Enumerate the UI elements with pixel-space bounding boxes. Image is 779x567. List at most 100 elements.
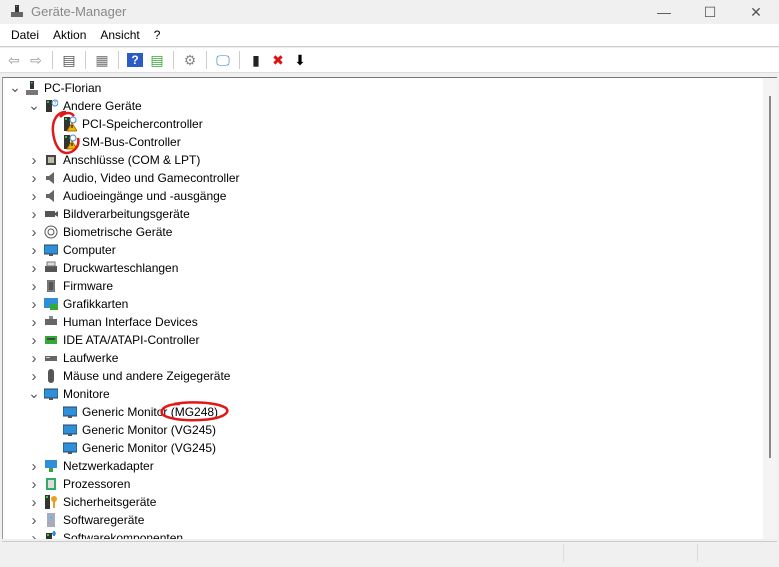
tree-item[interactable]: › IDE ATA/ATAPI-Controller	[3, 331, 763, 349]
tree-item-label: Audioeingänge und -ausgänge	[63, 189, 227, 203]
chevron-right-icon[interactable]: ›	[29, 313, 39, 331]
tree-item[interactable]: Generic Monitor (VG245)	[3, 439, 763, 457]
tree-item-label: Human Interface Devices	[63, 315, 198, 329]
disable-device-button[interactable]: ⬇	[291, 51, 309, 69]
tree-item[interactable]: › Sicherheitsgeräte	[3, 493, 763, 511]
update-driver-icon: ⚙	[183, 51, 197, 68]
toolbar-separator	[173, 51, 174, 69]
tree-item-label: Audio, Video und Gamecontroller	[63, 171, 240, 185]
menu-aktion[interactable]: Aktion	[46, 28, 93, 42]
tree-item[interactable]: › Bildverarbeitungsgeräte	[3, 205, 763, 223]
menu-help[interactable]: ?	[147, 28, 168, 42]
tree-item[interactable]: › Druckwarteschlangen	[3, 259, 763, 277]
tree-item[interactable]: PCI-Speichercontroller	[3, 115, 763, 133]
show-hide-console-tree-button[interactable]: ▤	[60, 51, 78, 69]
chevron-right-icon[interactable]: ›	[29, 493, 39, 511]
maximize-button[interactable]: ☐	[687, 0, 733, 24]
tree-item-label: Monitore	[63, 387, 110, 401]
vertical-scrollbar[interactable]	[763, 78, 777, 539]
software-component-icon	[46, 531, 56, 539]
tree-item[interactable]: › Computer	[3, 241, 763, 259]
chevron-right-icon[interactable]: ›	[29, 349, 39, 367]
tree-item[interactable]: SM-Bus-Controller	[3, 133, 763, 151]
tree-item-label: Softwarekomponenten	[63, 531, 184, 539]
action-pane-icon: ▤	[150, 51, 164, 68]
tree-item[interactable]: › Laufwerke	[3, 349, 763, 367]
tree-item[interactable]: › Audioeingänge und -ausgänge	[3, 187, 763, 205]
toolbar-separator	[85, 51, 86, 69]
tree-item[interactable]: › Audio, Video und Gamecontroller	[3, 169, 763, 187]
chevron-right-icon[interactable]: ›	[29, 331, 39, 349]
mouse-icon	[48, 369, 54, 383]
chevron-right-icon[interactable]: ›	[29, 295, 39, 313]
tree-item-label: Generic Monitor (VG245)	[82, 441, 217, 455]
tree-item[interactable]: ⌄? Andere Geräte	[3, 97, 763, 115]
tree-item[interactable]: Generic Monitor (VG245)	[3, 421, 763, 439]
forward-arrow-icon: ⇨	[30, 51, 42, 68]
update-driver-button[interactable]: ⚙	[181, 51, 199, 69]
tree-item[interactable]: › Softwaregeräte	[3, 511, 763, 529]
chevron-right-icon[interactable]: ›	[29, 277, 39, 295]
add-driver-icon: ▮	[252, 51, 260, 68]
camera-icon	[45, 211, 58, 217]
chevron-right-icon[interactable]: ›	[29, 241, 39, 259]
close-button[interactable]: ✕	[733, 0, 779, 24]
chevron-right-icon[interactable]: ›	[29, 187, 39, 205]
uninstall-button[interactable]: ✖	[269, 51, 287, 69]
chevron-right-icon[interactable]: ›	[29, 457, 39, 475]
computer-icon	[26, 81, 38, 95]
tree-item-label: PCI-Speichercontroller	[82, 117, 203, 131]
tree-item[interactable]: › Mäuse und andere Zeigegeräte	[3, 367, 763, 385]
help-icon: ?	[127, 53, 143, 67]
forward-arrow-button[interactable]: ⇨	[27, 51, 45, 69]
tree-item[interactable]: ⌄ Monitore	[3, 385, 763, 403]
chevron-right-icon[interactable]: ›	[29, 169, 39, 187]
tree-item[interactable]: Generic Monitor (MG248)	[3, 403, 763, 421]
chevron-right-icon[interactable]: ›	[29, 151, 39, 169]
chevron-right-icon[interactable]: ›	[29, 223, 39, 241]
tree-item[interactable]: › Softwarekomponenten	[3, 529, 763, 539]
chevron-down-icon[interactable]: ⌄	[28, 97, 40, 115]
chevron-right-icon[interactable]: ›	[29, 475, 39, 493]
tree-item-label: Druckwarteschlangen	[63, 261, 179, 275]
disable-device-icon: ⬇	[294, 51, 306, 68]
chevron-down-icon[interactable]: ⌄	[28, 385, 40, 403]
tree-item[interactable]: › Biometrische Geräte	[3, 223, 763, 241]
chevron-right-icon[interactable]: ›	[29, 259, 39, 277]
status-divider	[697, 544, 698, 562]
monitor-icon	[44, 244, 58, 256]
tree-item-label: Anschlüsse (COM & LPT)	[63, 153, 201, 167]
menu-ansicht[interactable]: Ansicht	[93, 28, 146, 42]
tree-item[interactable]: › Anschlüsse (COM & LPT)	[3, 151, 763, 169]
chevron-right-icon[interactable]: ›	[29, 511, 39, 529]
software-device-icon	[47, 513, 55, 527]
add-driver-button[interactable]: ▮	[247, 51, 265, 69]
tree-item[interactable]: ⌄ PC-Florian	[3, 79, 763, 97]
tree-item-label: Firmware	[63, 279, 113, 293]
tree-item-label: Grafikkarten	[63, 297, 129, 311]
chevron-right-icon[interactable]: ›	[29, 205, 39, 223]
tree-item[interactable]: › Grafikkarten	[3, 295, 763, 313]
menu-datei[interactable]: Datei	[4, 28, 46, 42]
chevron-right-icon[interactable]: ›	[29, 529, 39, 540]
help-button[interactable]: ?	[126, 51, 144, 69]
drive-icon	[45, 356, 57, 361]
monitor-icon	[63, 442, 77, 454]
scan-hardware-button[interactable]: 🖵	[214, 51, 232, 69]
monitor-icon	[63, 406, 77, 418]
properties-button[interactable]: ▦	[93, 51, 111, 69]
minimize-button[interactable]: —	[641, 0, 687, 24]
tree-item[interactable]: › Firmware	[3, 277, 763, 295]
tree-item-label: Andere Geräte	[63, 99, 142, 113]
scrollbar-thumb[interactable]	[769, 96, 771, 458]
device-manager-icon	[11, 5, 23, 17]
network-icon	[45, 460, 57, 472]
chevron-right-icon[interactable]: ›	[29, 367, 39, 385]
tree-item[interactable]: › Prozessoren	[3, 475, 763, 493]
action-pane-button[interactable]: ▤	[148, 51, 166, 69]
security-key-icon	[45, 495, 57, 509]
tree-item[interactable]: › Human Interface Devices	[3, 313, 763, 331]
chevron-down-icon[interactable]: ⌄	[9, 79, 21, 97]
back-arrow-button[interactable]: ⇦	[5, 51, 23, 69]
tree-item[interactable]: › Netzwerkadapter	[3, 457, 763, 475]
